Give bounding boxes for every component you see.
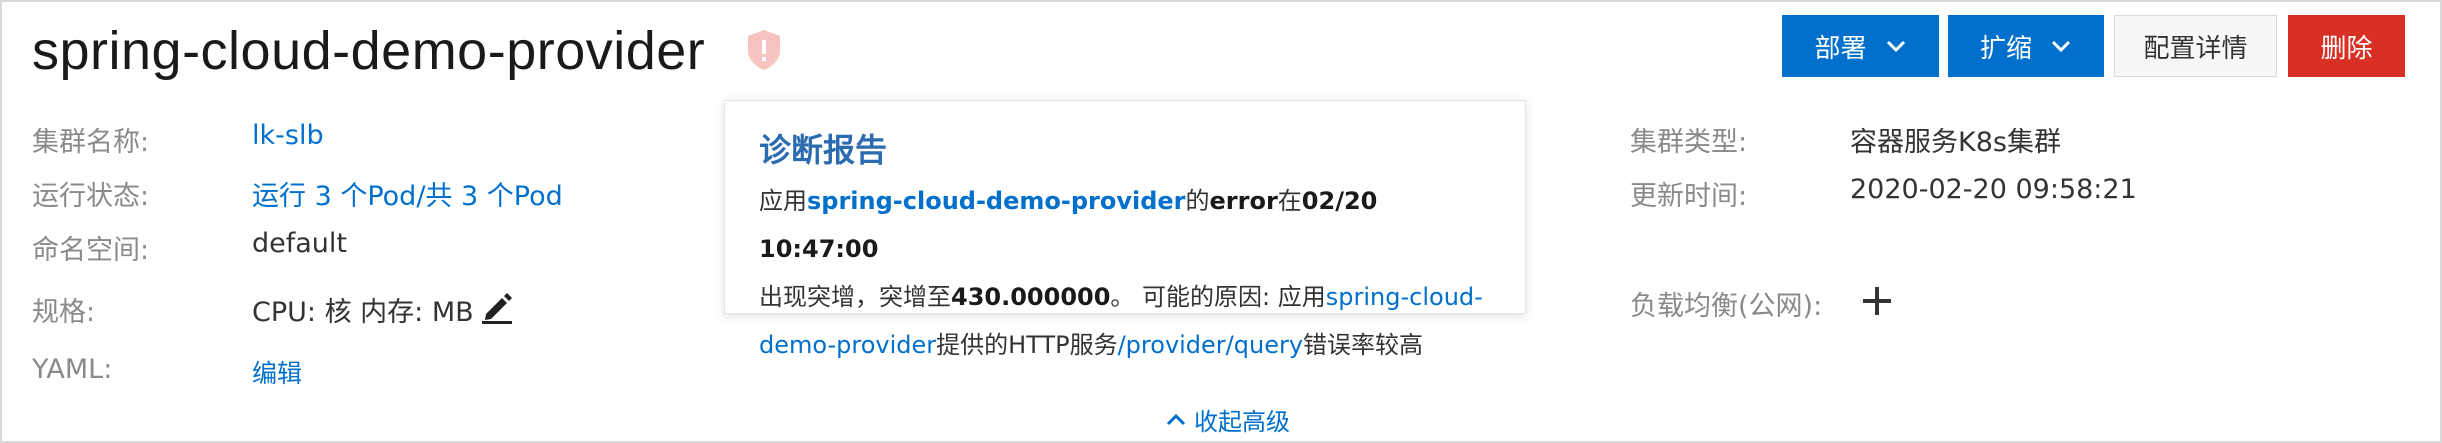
config-detail-label: 配置详情 xyxy=(2143,33,2248,64)
collapse-advanced-label: 收起高级 xyxy=(1194,408,1290,436)
app-detail-panel: spring-cloud-demo-provider 部署 扩缩 配置详情 删除… xyxy=(0,0,2442,443)
plus-icon[interactable] xyxy=(1860,284,1894,318)
run-status-link[interactable]: 运行 3 个Pod/共 3 个Pod xyxy=(252,174,563,213)
deploy-button[interactable]: 部署 xyxy=(1782,15,1939,77)
namespace-value: default xyxy=(252,228,348,259)
chevron-up-icon xyxy=(1166,413,1186,425)
diag-text: 的 xyxy=(1185,187,1210,215)
deploy-button-label: 部署 xyxy=(1814,33,1867,64)
diagnosis-popover: 诊断报告 应用spring-cloud-demo-provider的error在… xyxy=(724,100,1526,359)
diag-text: 在 xyxy=(1277,187,1302,215)
diag-text: 应用 xyxy=(759,187,807,215)
namespace-label: 命名空间: xyxy=(32,235,150,266)
update-time-label: 更新时间: xyxy=(1630,181,1748,212)
chevron-down-icon xyxy=(2051,40,2071,53)
yaml-edit-link[interactable]: 编辑 xyxy=(252,354,302,390)
shield-alert-icon[interactable] xyxy=(744,28,784,72)
chevron-down-icon xyxy=(1886,40,1905,53)
delete-label: 删除 xyxy=(2320,33,2373,64)
diagnosis-title: 诊断报告 xyxy=(759,131,888,169)
diag-value: 430.000000 xyxy=(951,283,1111,311)
cluster-type-value: 容器服务K8s集群 xyxy=(1850,127,2061,158)
diag-text: 提供的HTTP服务 xyxy=(936,331,1118,359)
scale-button-label: 扩缩 xyxy=(1979,33,2032,64)
update-time-value: 2020-02-20 09:58:21 xyxy=(1850,174,2137,205)
cluster-name-label: 集群名称: xyxy=(32,127,150,158)
diag-text: 错误率较高 xyxy=(1303,331,1424,359)
scale-button[interactable]: 扩缩 xyxy=(1948,15,2104,77)
run-status-label: 运行状态: xyxy=(32,181,150,212)
edit-pencil-icon[interactable] xyxy=(478,288,516,324)
page-title: spring-cloud-demo-provider xyxy=(32,21,706,81)
diag-path-link[interactable]: /provider/query xyxy=(1118,331,1303,359)
spec-label: 规格: xyxy=(32,297,96,328)
cluster-name-link[interactable]: lk-slb xyxy=(252,120,324,151)
delete-button[interactable]: 删除 xyxy=(2288,15,2405,77)
spec-value: CPU: 核 内存: MB xyxy=(252,297,474,328)
cluster-type-label: 集群类型: xyxy=(1630,127,1748,158)
diag-error-term: error xyxy=(1209,187,1278,215)
load-balancer-label: 负载均衡(公网): xyxy=(1630,291,1823,322)
diag-text: 。 可能的原因: 应用 xyxy=(1110,283,1326,311)
collapse-advanced-toggle[interactable]: 收起高级 xyxy=(1164,402,1290,437)
diag-text: 出现突增，突增至 xyxy=(759,283,951,311)
config-detail-button[interactable]: 配置详情 xyxy=(2114,15,2277,77)
yaml-label: YAML: xyxy=(32,354,113,385)
diagnosis-message: 应用spring-cloud-demo-provider的error在02/20… xyxy=(759,177,1499,369)
diag-app-link[interactable]: spring-cloud-demo-provider xyxy=(807,187,1186,215)
